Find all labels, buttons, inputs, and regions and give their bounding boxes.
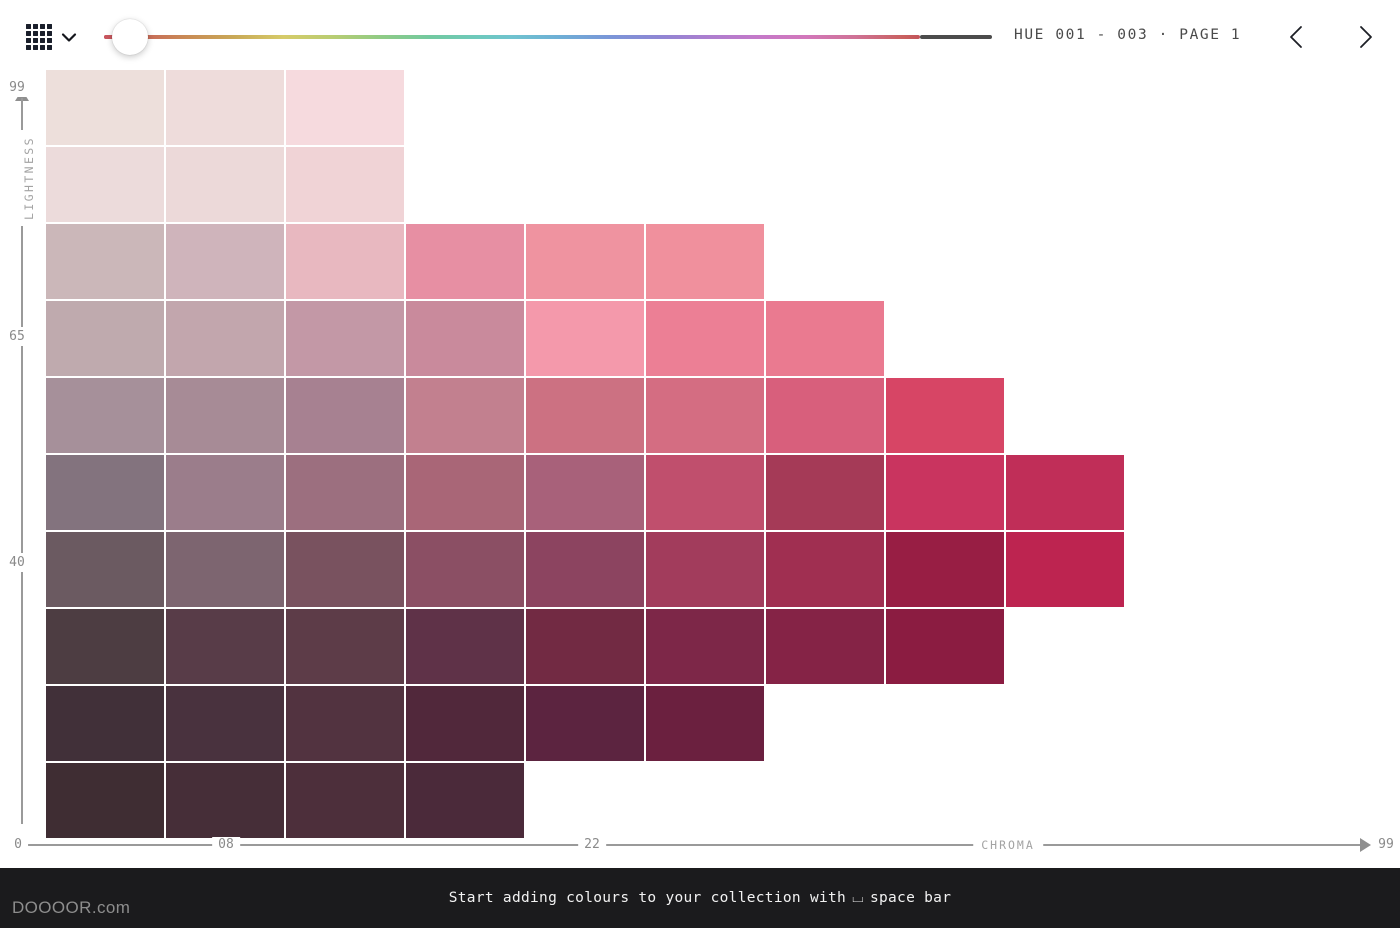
hue-explorer-app: HUE 001 - 003 · PAGE 1 99 65 40 LIGHTNES… bbox=[0, 0, 1400, 928]
colour-swatch[interactable] bbox=[166, 532, 284, 607]
colour-swatch[interactable] bbox=[886, 532, 1004, 607]
colour-swatch-grid bbox=[0, 0, 1400, 860]
colour-swatch[interactable] bbox=[286, 532, 404, 607]
colour-swatch[interactable] bbox=[526, 301, 644, 376]
colour-swatch[interactable] bbox=[46, 301, 164, 376]
colour-swatch[interactable] bbox=[766, 301, 884, 376]
colour-swatch[interactable] bbox=[406, 532, 524, 607]
colour-swatch[interactable] bbox=[406, 686, 524, 761]
colour-swatch[interactable] bbox=[46, 455, 164, 530]
colour-swatch[interactable] bbox=[406, 224, 524, 299]
colour-swatch[interactable] bbox=[646, 532, 764, 607]
chroma-tick-99: 99 bbox=[1372, 837, 1400, 852]
colour-swatch[interactable] bbox=[286, 378, 404, 453]
colour-swatch[interactable] bbox=[1006, 532, 1124, 607]
colour-swatch[interactable] bbox=[406, 763, 524, 838]
colour-swatch[interactable] bbox=[46, 609, 164, 684]
colour-swatch[interactable] bbox=[46, 763, 164, 838]
lightness-axis: 99 65 40 LIGHTNESS bbox=[0, 76, 44, 836]
colour-swatch[interactable] bbox=[526, 686, 644, 761]
colour-swatch[interactable] bbox=[166, 455, 284, 530]
colour-swatch[interactable] bbox=[406, 609, 524, 684]
colour-swatch[interactable] bbox=[886, 609, 1004, 684]
chroma-tick-08: 08 bbox=[212, 837, 240, 852]
colour-swatch[interactable] bbox=[406, 378, 524, 453]
colour-swatch[interactable] bbox=[166, 147, 284, 222]
lightness-tick-65: 65 bbox=[0, 327, 34, 346]
colour-swatch[interactable] bbox=[646, 686, 764, 761]
colour-swatch[interactable] bbox=[646, 455, 764, 530]
colour-swatch[interactable] bbox=[166, 763, 284, 838]
colour-swatch[interactable] bbox=[646, 224, 764, 299]
colour-swatch[interactable] bbox=[46, 686, 164, 761]
chroma-axis: 0 08 22 99 CHROMA bbox=[0, 836, 1400, 858]
colour-swatch[interactable] bbox=[286, 455, 404, 530]
colour-swatch[interactable] bbox=[286, 147, 404, 222]
lightness-tick-99: 99 bbox=[0, 78, 34, 97]
colour-swatch[interactable] bbox=[166, 224, 284, 299]
hint-prefix: Start adding colours to your collection … bbox=[448, 890, 847, 906]
colour-swatch[interactable] bbox=[406, 455, 524, 530]
colour-swatch[interactable] bbox=[526, 609, 644, 684]
lightness-axis-label: LIGHTNESS bbox=[19, 130, 39, 226]
colour-swatch[interactable] bbox=[166, 70, 284, 145]
colour-swatch[interactable] bbox=[166, 609, 284, 684]
space-bar-icon: ⌴ bbox=[852, 890, 864, 906]
chroma-tick-0: 0 bbox=[8, 837, 28, 852]
lightness-tick-40: 40 bbox=[0, 553, 34, 572]
colour-swatch[interactable] bbox=[526, 378, 644, 453]
colour-swatch[interactable] bbox=[46, 147, 164, 222]
colour-swatch[interactable] bbox=[526, 455, 644, 530]
chroma-axis-label: CHROMA bbox=[973, 838, 1043, 852]
colour-swatch[interactable] bbox=[286, 609, 404, 684]
colour-swatch[interactable] bbox=[166, 301, 284, 376]
colour-swatch[interactable] bbox=[46, 378, 164, 453]
right-arrow-icon bbox=[1360, 838, 1371, 852]
colour-swatch[interactable] bbox=[286, 70, 404, 145]
colour-swatch[interactable] bbox=[766, 609, 884, 684]
colour-swatch[interactable] bbox=[286, 224, 404, 299]
bottom-toolbar: DOOOOR.com Start adding colours to your … bbox=[0, 868, 1400, 928]
chroma-tick-22: 22 bbox=[578, 837, 606, 852]
colour-swatch[interactable] bbox=[526, 224, 644, 299]
colour-swatch[interactable] bbox=[46, 532, 164, 607]
colour-swatch[interactable] bbox=[286, 686, 404, 761]
hint-suffix: space bar bbox=[869, 890, 952, 906]
colour-swatch[interactable] bbox=[886, 378, 1004, 453]
colour-swatch[interactable] bbox=[646, 378, 764, 453]
colour-swatch[interactable] bbox=[1006, 455, 1124, 530]
colour-swatch[interactable] bbox=[46, 70, 164, 145]
add-colour-hint: Start adding colours to your collection … bbox=[0, 868, 1400, 928]
colour-swatch[interactable] bbox=[286, 301, 404, 376]
colour-swatch[interactable] bbox=[286, 763, 404, 838]
colour-swatch[interactable] bbox=[646, 609, 764, 684]
colour-swatch[interactable] bbox=[766, 532, 884, 607]
colour-swatch[interactable] bbox=[646, 301, 764, 376]
colour-swatch[interactable] bbox=[406, 301, 524, 376]
colour-swatch[interactable] bbox=[766, 455, 884, 530]
colour-swatch[interactable] bbox=[46, 224, 164, 299]
colour-swatch[interactable] bbox=[766, 378, 884, 453]
colour-swatch[interactable] bbox=[886, 455, 1004, 530]
colour-swatch[interactable] bbox=[526, 532, 644, 607]
colour-swatch[interactable] bbox=[166, 686, 284, 761]
colour-swatch[interactable] bbox=[166, 378, 284, 453]
